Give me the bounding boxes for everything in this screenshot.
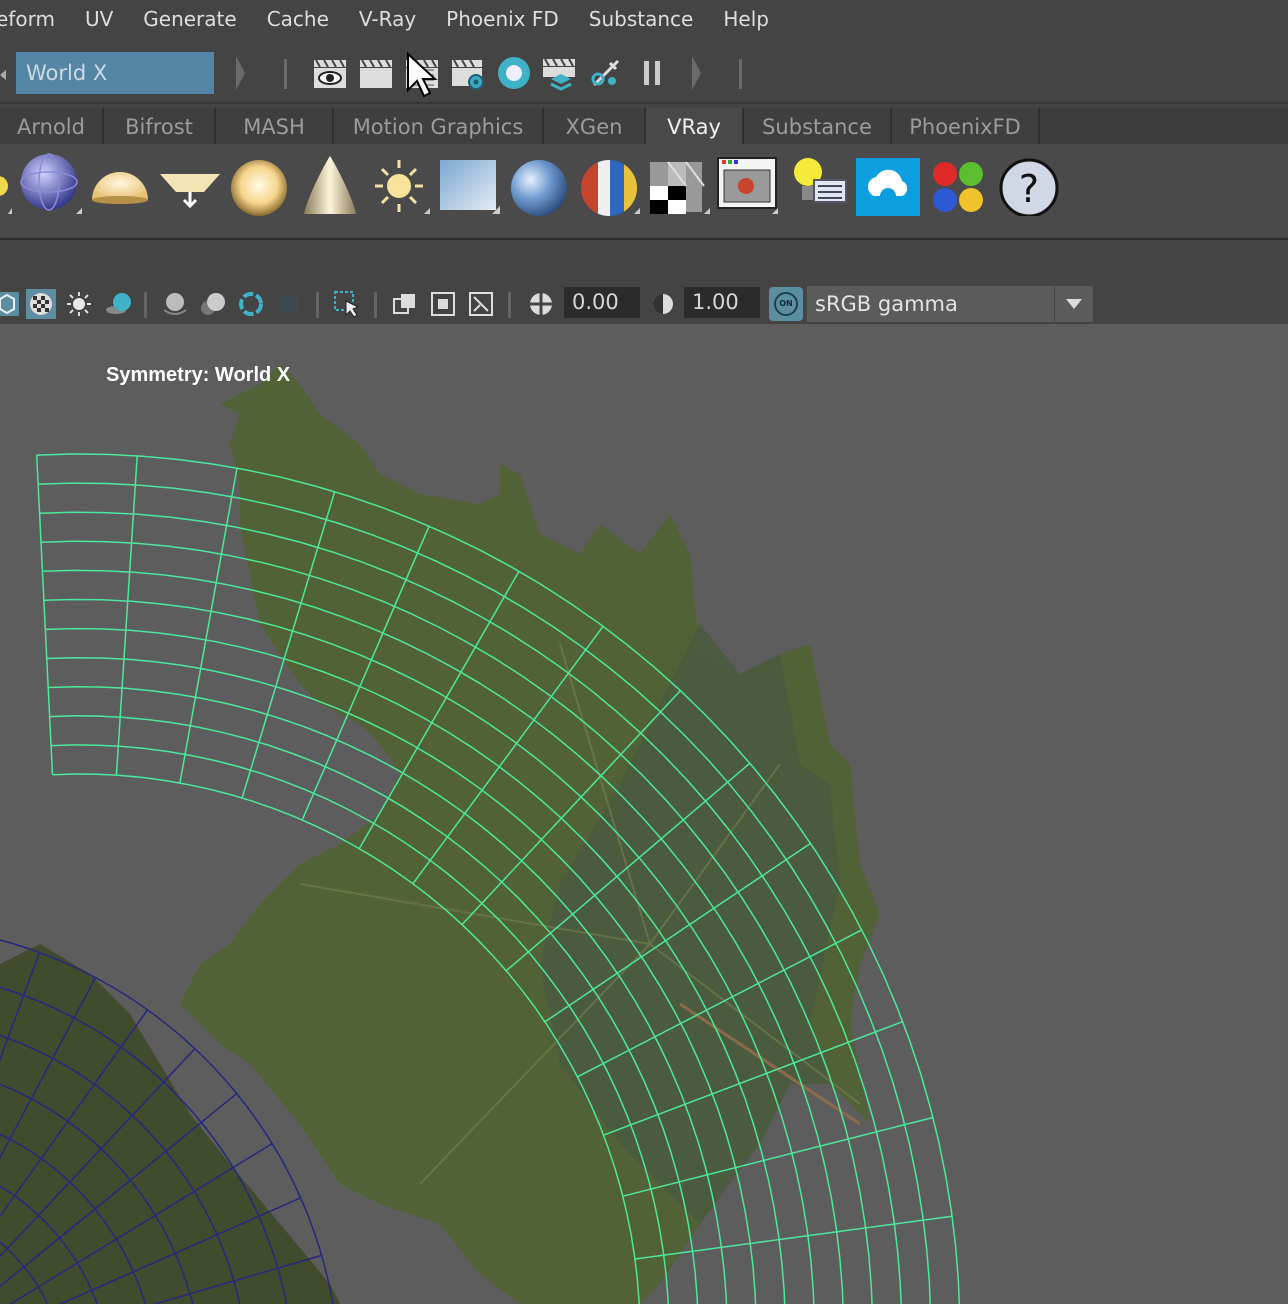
viewport-scene[interactable] (0, 324, 1288, 1304)
motion-blur-icon[interactable] (198, 288, 228, 320)
view-transform-value: sRGB gamma (815, 292, 958, 316)
leaf-mesh[interactable] (180, 364, 880, 1304)
use-all-lights-icon[interactable] (64, 288, 94, 320)
multi-material-icon[interactable] (578, 152, 642, 216)
hypershade-icon[interactable] (495, 54, 533, 92)
section-divider (739, 59, 742, 89)
toolbar-divider (508, 292, 511, 318)
collapse-arrow-icon[interactable] (0, 70, 6, 80)
symmetry-label: Symmetry: World X (106, 364, 291, 386)
svg-text:?: ? (1019, 167, 1039, 211)
render-view-icon[interactable] (311, 54, 349, 92)
dome-light-sphere-icon[interactable] (18, 152, 82, 216)
tab-mash[interactable]: MASH (216, 108, 334, 144)
shelf: ? (0, 144, 1288, 240)
section-separator[interactable] (236, 56, 245, 90)
menu-generate[interactable]: Generate (128, 7, 251, 31)
tab-motion-graphics[interactable]: Motion Graphics (334, 108, 544, 144)
view-transform-dropdown[interactable]: sRGB gamma (807, 286, 1093, 322)
help-icon[interactable]: ? (998, 152, 1062, 218)
toolbar-divider (316, 292, 319, 318)
tab-vray[interactable]: VRay (646, 108, 744, 144)
gamma-icon[interactable] (648, 288, 678, 320)
menu-bar: eform UV Generate Cache V-Ray Phoenix FD… (0, 0, 1288, 38)
toolbar-divider (144, 292, 147, 318)
exposure-icon[interactable] (526, 288, 556, 320)
toolbar-divider (374, 292, 377, 318)
menu-uv[interactable]: UV (70, 7, 128, 31)
xray-joints-icon[interactable] (428, 288, 458, 320)
symmetry-field[interactable]: World X (16, 52, 214, 94)
gamma-field[interactable]: 1.00 (684, 287, 760, 318)
isolate-select-icon[interactable] (332, 288, 362, 320)
anti-aliasing-icon[interactable] (236, 288, 266, 320)
chevron-down-icon[interactable] (1054, 286, 1093, 322)
wire-spoke (179, 467, 238, 784)
tab-substance[interactable]: Substance (744, 108, 892, 144)
pause-icon[interactable] (633, 54, 671, 92)
rect-light-icon[interactable] (158, 152, 222, 216)
wire-spoke (35, 455, 54, 775)
viewport[interactable]: Symmetry: World X (0, 324, 1288, 1304)
xray-components-icon[interactable] (466, 288, 496, 320)
menu-vray[interactable]: V-Ray (344, 7, 431, 31)
light-bulb-icon[interactable] (0, 152, 12, 216)
wireframe-shaded-icon[interactable] (0, 288, 22, 320)
tab-arnold[interactable]: Arnold (0, 108, 104, 144)
vray-cloud-icon[interactable] (856, 152, 920, 222)
tab-xgen[interactable]: XGen (544, 108, 646, 144)
xray-icon[interactable] (390, 288, 420, 320)
frame-buffer-icon[interactable] (716, 152, 780, 216)
color-balls-icon[interactable] (928, 152, 992, 216)
section-divider (284, 59, 287, 89)
tab-bifrost[interactable]: Bifrost (104, 108, 216, 144)
screen-space-ao-icon[interactable] (160, 288, 190, 320)
light-lister-icon[interactable] (788, 152, 852, 216)
color-management-toggle[interactable]: ON (769, 287, 803, 321)
shelf-tab-bar: Arnold Bifrost MASH Motion Graphics XGen… (0, 108, 1288, 144)
material-sphere-icon[interactable] (508, 152, 572, 216)
sun-light-icon[interactable] (368, 152, 432, 216)
render-current-frame-icon[interactable] (357, 54, 395, 92)
menu-cache[interactable]: Cache (252, 7, 344, 31)
menu-help[interactable]: Help (708, 7, 784, 31)
light-editor-icon[interactable] (587, 54, 625, 92)
exposure-field[interactable]: 0.00 (564, 287, 640, 318)
menu-phoenix-fd[interactable]: Phoenix FD (431, 7, 574, 31)
status-line: World X (0, 42, 1288, 104)
on-label: ON (774, 292, 798, 316)
tab-phoenixfd[interactable]: PhoenixFD (892, 108, 1040, 144)
wire-spoke (115, 455, 138, 776)
dome-light-icon[interactable] (88, 152, 152, 216)
render-settings-icon[interactable] (449, 54, 487, 92)
checker-texture-icon[interactable] (648, 152, 712, 216)
render-setup-icon[interactable] (541, 54, 579, 92)
shelf-spacer (0, 240, 1288, 286)
panel-toolbar: 0.00 1.00 ON sRGB gamma (0, 284, 1288, 324)
depth-of-field-icon[interactable] (274, 288, 304, 320)
shadows-icon[interactable] (104, 288, 134, 320)
textured-icon[interactable] (26, 288, 56, 320)
mouse-cursor-icon (406, 51, 440, 102)
sphere-light-icon[interactable] (228, 152, 292, 216)
section-separator[interactable] (692, 56, 701, 90)
menu-deform[interactable]: eform (0, 7, 70, 31)
menu-substance[interactable]: Substance (574, 7, 709, 31)
plane-icon[interactable] (438, 152, 502, 216)
ies-light-icon[interactable] (298, 152, 362, 216)
